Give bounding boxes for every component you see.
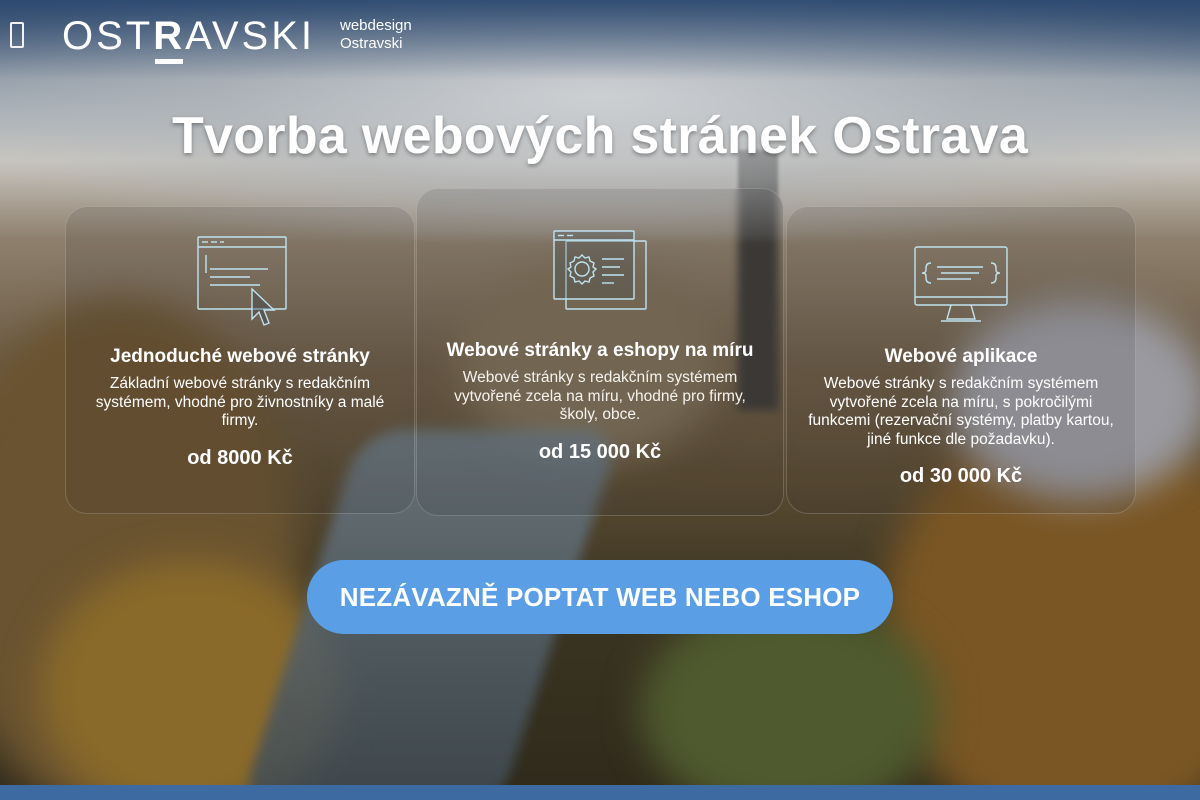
card-description: Webové stránky s redakčním systémem vytv… — [454, 369, 746, 423]
card-price: od 15 000 Kč — [538, 440, 662, 463]
card-title: Jednoduché webové stránky — [110, 346, 370, 367]
logo-text-highlight: R — [153, 14, 186, 64]
card-description: Webové stránky s redakčním systémem vytv… — [808, 375, 1114, 448]
hamburger-menu-icon[interactable] — [10, 22, 24, 48]
service-card-custom-eshops[interactable]: Webové stránky a eshopy na míru Webové s… — [416, 188, 784, 516]
service-card-web-apps[interactable]: Webové aplikace Webové stránky s redakčn… — [786, 206, 1136, 514]
monitor-code-icon — [805, 207, 1117, 327]
service-card-simple-websites[interactable]: Jednoduché webové stránky Základní webov… — [65, 206, 415, 514]
card-price: od 8000 Kč — [187, 446, 293, 469]
page-title: Tvorba webových stránek Ostrava — [171, 107, 1029, 165]
tagline-line-1: webdesign — [340, 17, 412, 34]
browser-cursor-icon — [84, 207, 396, 327]
bottom-bar — [0, 785, 1200, 800]
card-title: Webové aplikace — [884, 346, 1038, 367]
card-description: Základní webové stránky s redakčním syst… — [95, 375, 385, 429]
card-title: Webové stránky a eshopy na míru — [446, 340, 754, 361]
logo-text-end: AVSKI — [185, 14, 315, 58]
tagline-line-2: Ostravski — [340, 35, 403, 52]
tagline: webdesign Ostravski — [340, 17, 412, 53]
logo[interactable]: OSTRAVSKI — [62, 14, 315, 64]
browser-gear-icon — [435, 189, 765, 315]
card-price: od 30 000 Kč — [899, 465, 1023, 487]
logo-text-start: OST — [62, 14, 154, 58]
request-quote-button[interactable]: NEZÁVAZNĚ POPTAT WEB NEBO ESHOP — [307, 560, 893, 634]
